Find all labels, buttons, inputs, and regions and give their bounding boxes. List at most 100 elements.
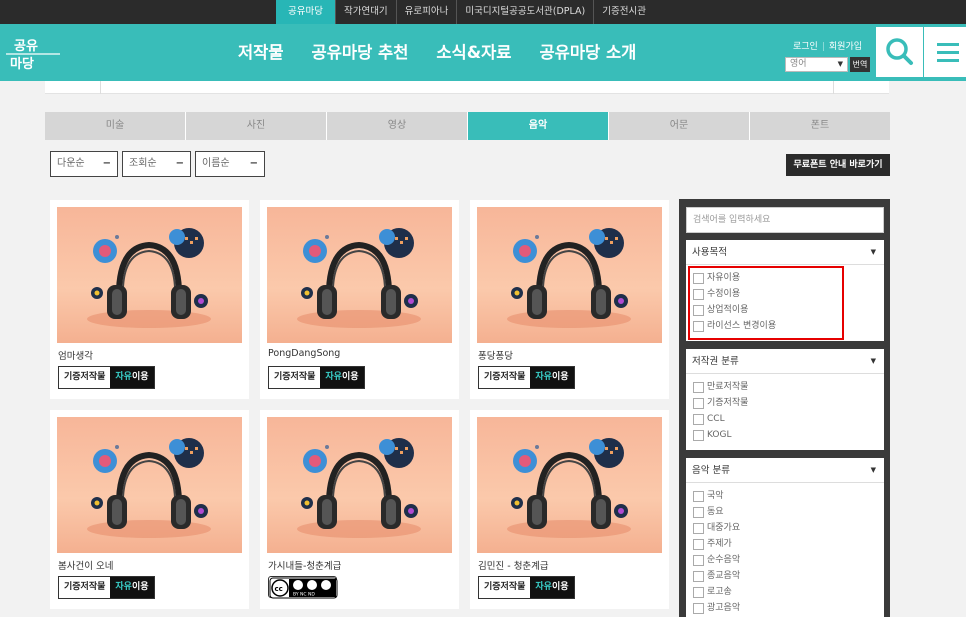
filter-checkbox-item[interactable]: 대중가요 [686, 520, 884, 536]
signup-link[interactable]: 회원가입 [829, 42, 862, 52]
sort-label: 다운순 [57, 158, 85, 169]
license-badge: 기증저작물 자유이용 [58, 366, 155, 389]
login-link[interactable]: 로그인 [793, 42, 818, 52]
work-title[interactable]: PongDangSong [268, 348, 340, 359]
work-card[interactable]: 퐁당퐁당 기증저작물 자유이용 [470, 200, 669, 399]
filter-checkbox-item[interactable]: 동요 [686, 504, 884, 520]
work-title[interactable]: 퐁당퐁당 [478, 348, 513, 362]
toplink-europeana[interactable]: 유로피아나 [397, 0, 458, 24]
badge-donated: 기증저작물 [59, 577, 111, 598]
music-thumbnail[interactable] [267, 207, 452, 343]
license-badge: 기증저작물 자유이용 [478, 576, 575, 599]
music-thumbnail[interactable] [57, 207, 242, 343]
checkbox[interactable] [693, 523, 704, 534]
toplink-writers[interactable]: 작가연대기 [336, 0, 397, 24]
work-title[interactable]: 엄마생각 [58, 348, 93, 362]
menu-button[interactable] [924, 27, 966, 77]
filter-checkbox-item[interactable]: KOGL [686, 427, 884, 443]
work-card[interactable]: 엄마생각 기증저작물 자유이용 [50, 200, 249, 399]
work-card[interactable]: PongDangSong 기증저작물 자유이용 [260, 200, 459, 399]
logo-mark: 공유 마당 [6, 39, 60, 72]
toplink-gongyu[interactable]: 공유마당 [276, 0, 336, 24]
filter-checkbox-item[interactable]: 만료저작물 [686, 379, 884, 395]
sort-downloads[interactable]: 다운순 − [50, 151, 118, 177]
highlight-annotation-box [688, 266, 844, 340]
filter-checkbox-item[interactable]: 광고음악 [686, 600, 884, 616]
music-thumbnail[interactable] [57, 417, 242, 553]
filter-checkbox-item[interactable]: 기증저작물 [686, 395, 884, 411]
tab-literature[interactable]: 어문 [609, 112, 750, 140]
music-thumbnail[interactable] [477, 417, 662, 553]
work-title[interactable]: 가시내들-청춘계급 [268, 558, 341, 572]
checkbox[interactable] [693, 587, 704, 598]
filter-label: 국악 [707, 491, 724, 501]
filter-checkbox-item[interactable]: 순수음악 [686, 552, 884, 568]
category-tabs: 미술 사진 영상 음악 어문 폰트 [45, 112, 890, 140]
checkbox[interactable] [693, 414, 704, 425]
checkbox[interactable] [693, 539, 704, 550]
nav-about[interactable]: 공유마당 소개 [539, 24, 636, 81]
checkbox[interactable] [693, 555, 704, 566]
tab-font[interactable]: 폰트 [750, 112, 890, 140]
divider: | [821, 42, 825, 52]
filter-group-header[interactable]: 저작권 분류 ▼ [686, 349, 884, 374]
toplink-dpla[interactable]: 미국디지털공공도서관(DPLA) [457, 0, 595, 24]
checkbox[interactable] [693, 430, 704, 441]
tab-music[interactable]: 음악 [468, 112, 609, 140]
checkbox[interactable] [693, 382, 704, 393]
filter-search-input[interactable]: 검색어를 입력하세요 [686, 207, 884, 233]
work-card[interactable]: 김민진 - 청춘계급 기증저작물 자유이용 [470, 410, 669, 609]
headphones-illustration [507, 438, 631, 538]
checkbox[interactable] [693, 491, 704, 502]
tab-photo[interactable]: 사진 [186, 112, 327, 140]
nav-news[interactable]: 소식&자료 [436, 24, 511, 81]
filter-group-title: 음악 분류 [692, 465, 730, 476]
nav-recommend[interactable]: 공유마당 추천 [312, 24, 409, 81]
checkbox[interactable] [693, 603, 704, 614]
site-logo[interactable]: 공유 마당 [4, 32, 64, 74]
music-thumbnail[interactable] [267, 417, 452, 553]
license-badge: 기증저작물 자유이용 [268, 366, 365, 389]
filter-sidebar: 검색어를 입력하세요 사용목적 ▼ 자유이용 수정이용 상업적이용 라이선스 변경… [679, 199, 890, 617]
top-links: 공유마당 작가연대기 유로피아나 미국디지털공공도서관(DPLA) 기증전시관 [276, 0, 654, 24]
filter-label: KOGL [707, 430, 732, 440]
svg-text:BY NC ND: BY NC ND [293, 592, 315, 598]
filter-checkbox-item[interactable]: CCL [686, 411, 884, 427]
work-title[interactable]: 김민진 - 청춘계급 [478, 558, 549, 572]
divider [833, 81, 834, 94]
search-strip [45, 81, 889, 94]
dropdown-arrow-icon: ▼ [837, 60, 843, 68]
filter-group-header[interactable]: 사용목적 ▼ [686, 240, 884, 265]
sort-views[interactable]: 조회순 − [122, 151, 191, 177]
tab-art[interactable]: 미술 [45, 112, 186, 140]
work-title[interactable]: 봄사건이 오네 [58, 558, 113, 572]
filter-checkbox-item[interactable]: 국악 [686, 488, 884, 504]
checkbox[interactable] [693, 571, 704, 582]
filter-checkbox-item[interactable]: 주제가 [686, 536, 884, 552]
checkbox[interactable] [693, 507, 704, 518]
caret-down-icon: ▼ [870, 357, 876, 365]
filter-group-header[interactable]: 음악 분류 ▼ [686, 458, 884, 483]
badge-donated: 기증저작물 [479, 367, 531, 388]
checkbox[interactable] [693, 398, 704, 409]
music-thumbnail[interactable] [477, 207, 662, 343]
badge-free-use: 자유이용 [110, 367, 154, 388]
translate-button[interactable]: 번역 [850, 57, 870, 72]
cc-by-nc-nd-icon: cc BY NC ND [269, 577, 338, 599]
svg-text:마당: 마당 [10, 56, 34, 72]
filter-group-title: 저작권 분류 [692, 356, 739, 367]
nav-works[interactable]: 저작물 [238, 24, 284, 81]
filter-checkbox-item[interactable]: 종교음악 [686, 568, 884, 584]
free-font-guide-button[interactable]: 무료폰트 안내 바로가기 [786, 154, 890, 176]
work-card[interactable]: 봄사건이 오네 기증저작물 자유이용 [50, 410, 249, 609]
filter-checkbox-item[interactable]: 로고송 [686, 584, 884, 600]
tab-video[interactable]: 영상 [327, 112, 468, 140]
badge-free-rest: 이용 [551, 582, 569, 592]
toplink-donation-gallery[interactable]: 기증전시관 [594, 0, 654, 24]
badge-free-rest: 이용 [551, 372, 569, 382]
work-card[interactable]: 가시내들-청춘계급 cc BY NC ND [260, 410, 459, 609]
svg-text:cc: cc [275, 585, 283, 593]
language-select[interactable]: 영어 ▼ [785, 57, 848, 72]
sort-name[interactable]: 이름순 − [195, 151, 265, 177]
search-button[interactable] [876, 27, 923, 77]
